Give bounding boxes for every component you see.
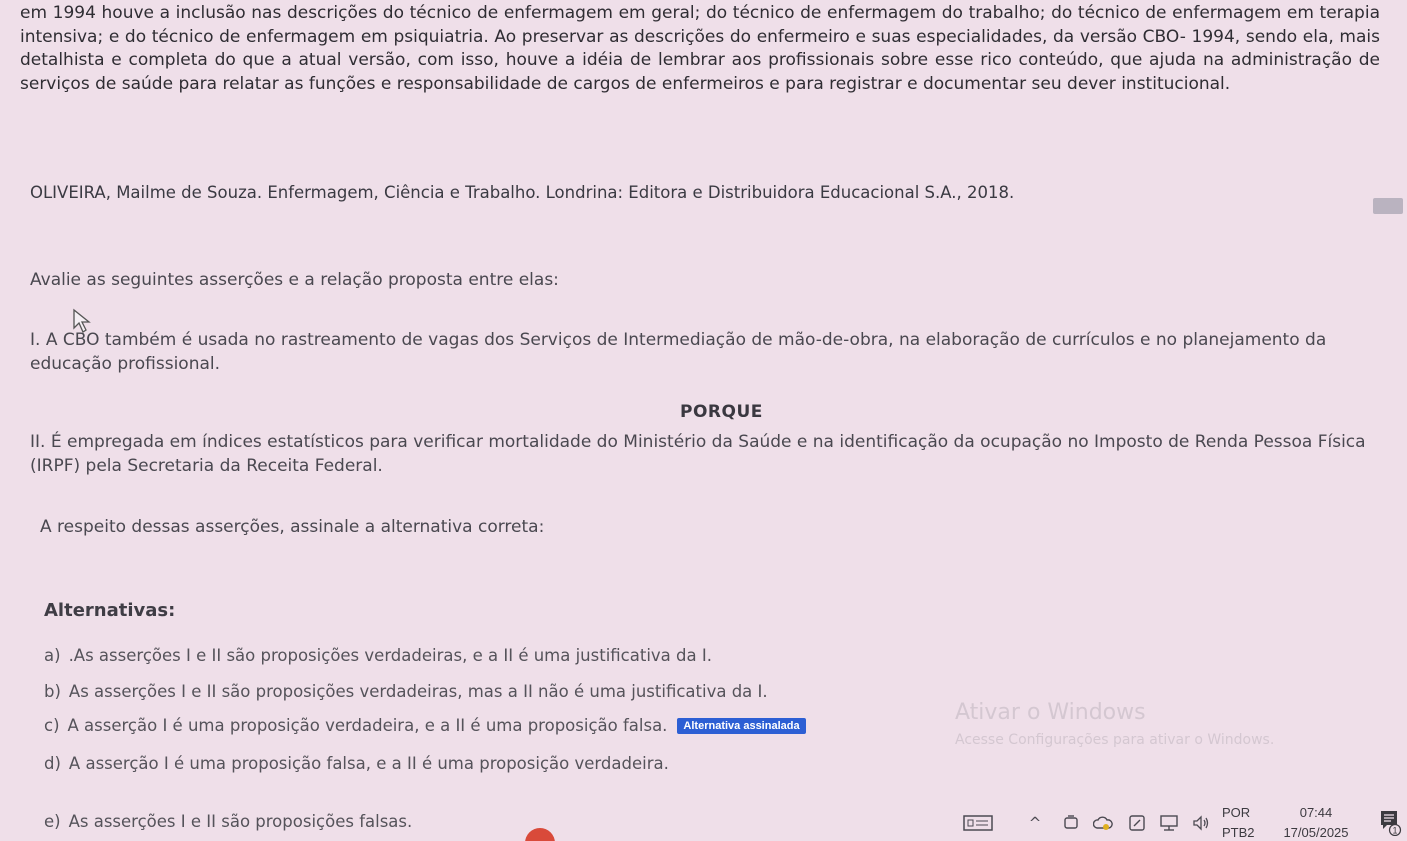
language-code: POR <box>1222 805 1251 820</box>
pen-tablet-icon[interactable] <box>1126 812 1148 834</box>
alternative-text: A asserção I é uma proposição verdadeira… <box>67 716 668 735</box>
scroll-thumb[interactable] <box>1373 198 1403 214</box>
alternative-text: A asserção I é uma proposição falsa, e a… <box>68 754 669 773</box>
keyboard-icon[interactable] <box>962 812 994 834</box>
activation-watermark-title: Ativar o Windows <box>955 700 1146 725</box>
selected-badge: Alternativa assinalada <box>677 717 806 734</box>
notification-count: 1 <box>1392 826 1397 836</box>
alternative-text: .As asserções I e II são proposições ver… <box>68 646 712 665</box>
alternative-letter: e) <box>44 812 61 831</box>
alternative-d[interactable]: d) A asserção I é uma proposição falsa, … <box>44 754 669 773</box>
alternative-letter: c) <box>44 716 60 735</box>
alternative-c[interactable]: c) A asserção I é uma proposição verdade… <box>44 716 806 735</box>
meet-now-icon[interactable] <box>1060 812 1082 834</box>
chevron-up-icon[interactable]: ^ <box>1024 812 1046 834</box>
clock-date: 17/05/2025 <box>1283 825 1349 840</box>
assertion-1: I. A CBO também é usada no rastreamento … <box>30 330 1327 374</box>
alternatives-title: Alternativas: <box>44 600 176 621</box>
porque-label: PORQUE <box>680 402 763 422</box>
alternative-letter: b) <box>44 682 61 701</box>
assertion-prompt: Avalie as seguintes asserções e a relaçã… <box>30 270 559 290</box>
page: em 1994 houve a inclusão nas descrições … <box>0 0 1407 841</box>
activation-watermark-subtitle: Acesse Configurações para ativar o Windo… <box>955 732 1275 748</box>
taskbar-clock[interactable]: 07:44 17/05/2025 <box>1278 803 1354 841</box>
question-text: A respeito dessas asserções, assinale a … <box>40 517 545 537</box>
language-indicator[interactable]: POR PTB2 <box>1222 803 1255 841</box>
clock-time: 07:44 <box>1299 805 1333 820</box>
taskbar-app-icon[interactable] <box>525 828 555 841</box>
alternative-a[interactable]: a) .As asserções I e II são proposições … <box>44 646 712 665</box>
alternative-e[interactable]: e) As asserções I e II são proposições f… <box>44 812 412 831</box>
alternative-text: As asserções I e II são proposições fals… <box>68 812 413 831</box>
alternative-b[interactable]: b) As asserções I e II são proposições v… <box>44 682 768 701</box>
cloud-icon[interactable] <box>1092 812 1114 834</box>
alternative-letter: d) <box>44 754 61 773</box>
network-icon[interactable] <box>1158 812 1180 834</box>
alternative-text: As asserções I e II são proposições verd… <box>68 682 768 701</box>
alternative-letter: a) <box>44 646 61 665</box>
reference-citation: OLIVEIRA, Mailme de Souza. Enfermagem, C… <box>30 183 1015 202</box>
intro-paragraph: em 1994 houve a inclusão nas descrições … <box>20 3 1380 94</box>
assertion-2: II. É empregada em índices estatísticos … <box>30 432 1366 476</box>
notification-center-icon[interactable]: 1 <box>1378 808 1402 837</box>
keyboard-layout: PTB2 <box>1222 825 1255 840</box>
volume-icon[interactable] <box>1190 812 1212 834</box>
